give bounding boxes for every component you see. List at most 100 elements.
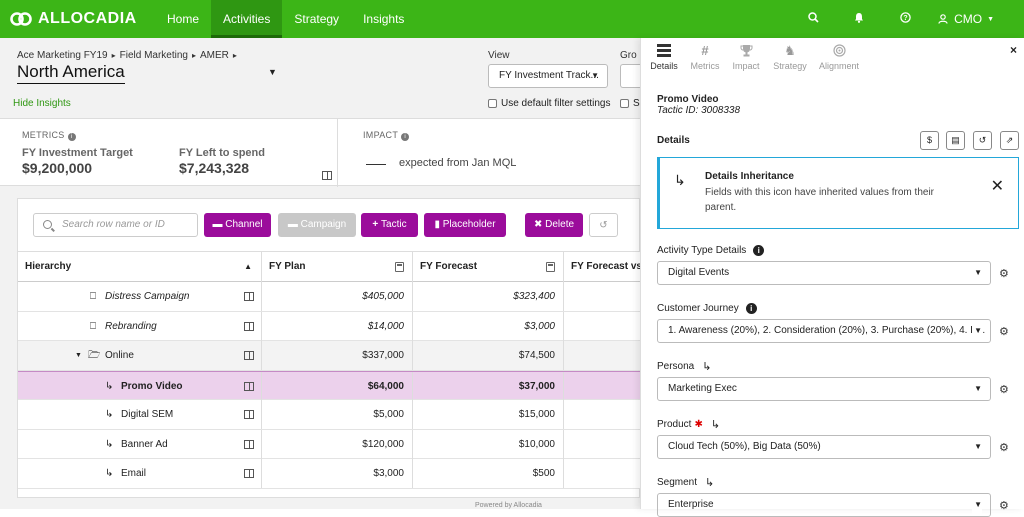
columns-icon[interactable] — [244, 410, 254, 419]
nav-activities[interactable]: Activities — [211, 0, 283, 38]
plan-cell[interactable]: $14,000 — [262, 311, 413, 341]
info-icon[interactable]: i — [67, 133, 76, 141]
close-icon[interactable]: × — [1010, 43, 1017, 57]
gear-icon[interactable]: ⚙ — [999, 325, 1009, 338]
breadcrumb-separator-icon: ▸ — [191, 51, 196, 60]
tab-impact[interactable]: Impact — [723, 44, 769, 71]
group-select[interactable] — [620, 64, 640, 88]
nav-home[interactable]: Home — [155, 0, 211, 38]
plan-cell[interactable]: $5,000 — [262, 400, 413, 429]
column-fy-forecast-vs[interactable]: FY Forecast vs — [564, 252, 641, 282]
document-button[interactable]: ▤ — [946, 131, 965, 150]
table-row[interactable]: ↳ Email $3,000 $500 — [18, 459, 641, 489]
breadcrumb-item[interactable]: Field Marketing — [120, 50, 188, 61]
forecast-cell[interactable]: $15,000 — [413, 400, 564, 429]
activity-type-select[interactable]: Digital Events ▼ — [657, 261, 991, 285]
region-selector[interactable]: North America — [17, 62, 125, 84]
product-select[interactable]: Cloud Tech (50%), Big Data (50%) ▼ — [657, 435, 991, 459]
search-icon[interactable] — [790, 12, 836, 26]
search-input[interactable]: Search row name or ID — [33, 213, 198, 237]
segment-select[interactable]: Enterprise ▼ — [657, 493, 991, 517]
customer-journey-select[interactable]: 1. Awareness (20%), 2. Consideration (20… — [657, 319, 991, 343]
gear-icon[interactable]: ⚙ — [999, 499, 1009, 512]
column-fy-plan[interactable]: FY Plan — [262, 252, 413, 282]
plan-cell[interactable]: $120,000 — [262, 429, 413, 459]
default-filter-checkbox[interactable]: Use default filter settings — [488, 98, 611, 109]
forecast-cell[interactable]: $74,500 — [413, 341, 564, 370]
plan-cell[interactable]: $405,000 — [262, 282, 413, 311]
tab-details[interactable]: Details — [641, 44, 687, 71]
select-value: 1. Awareness (20%), 2. Consideration (20… — [668, 325, 986, 336]
forecast-vs-cell[interactable] — [564, 430, 641, 459]
column-hierarchy[interactable]: Hierarchy ▲ — [18, 252, 262, 282]
table-row-selected[interactable]: ↳ Promo Video $64,000 $37,000 — [18, 370, 641, 401]
view-select[interactable]: FY Investment Track... ▼ — [488, 64, 608, 88]
gear-icon[interactable]: ⚙ — [999, 383, 1009, 396]
brand-logo[interactable]: ALLOCADIA — [10, 10, 155, 28]
column-label: Hierarchy — [25, 261, 72, 272]
forecast-cell[interactable]: $10,000 — [413, 429, 564, 459]
nav-strategy[interactable]: Strategy — [282, 0, 351, 38]
column-fy-forecast[interactable]: FY Forecast — [413, 252, 564, 282]
history-button[interactable]: ↺ — [973, 131, 992, 150]
forecast-vs-cell[interactable] — [564, 400, 641, 429]
breadcrumb-item[interactable]: AMER — [200, 50, 229, 61]
second-checkbox[interactable]: S — [620, 98, 640, 109]
table-row[interactable]: ⎕ Distress Campaign $405,000 $323,400 — [18, 282, 641, 312]
columns-icon[interactable] — [244, 381, 254, 391]
caret-down-icon[interactable]: ▼ — [75, 341, 82, 370]
forecast-vs-cell[interactable] — [564, 341, 641, 370]
breadcrumb-item[interactable]: Ace Marketing FY19 — [17, 50, 108, 61]
delete-button[interactable]: ✖ Delete — [525, 213, 583, 237]
add-tactic-button[interactable]: + Tactic — [361, 213, 418, 237]
add-campaign-button[interactable]: ▬ Campaign — [278, 213, 356, 237]
table-row[interactable]: ↳ Banner Ad $120,000 $10,000 — [18, 429, 641, 459]
info-icon[interactable]: i — [753, 245, 765, 256]
forecast-vs-cell[interactable] — [564, 282, 641, 311]
forecast-cell[interactable]: $37,000 — [413, 371, 564, 401]
plan-cell[interactable]: $64,000 — [262, 371, 413, 401]
sort-up-icon[interactable]: ▲ — [244, 252, 252, 282]
info-icon[interactable]: i — [401, 133, 410, 141]
dollar-button[interactable]: $ — [920, 131, 939, 150]
forecast-vs-cell[interactable] — [564, 312, 641, 341]
forecast-cell[interactable]: $500 — [413, 459, 564, 488]
undo-button[interactable]: ↺ — [589, 213, 618, 237]
table-row[interactable]: ⎕ Rebranding $14,000 $3,000 — [18, 311, 641, 341]
tab-alignment[interactable]: Alignment — [816, 44, 862, 71]
tab-metrics[interactable]: # Metrics — [682, 44, 728, 72]
activities-grid: Search row name or ID ▬ Channel ▬ Campai… — [17, 198, 641, 498]
add-placeholder-button[interactable]: ▮ Placeholder — [424, 213, 506, 237]
columns-icon[interactable] — [244, 439, 254, 449]
close-icon[interactable]: ✕ — [991, 176, 1004, 196]
persona-select[interactable]: Marketing Exec ▼ — [657, 377, 991, 401]
gear-icon[interactable]: ⚙ — [999, 267, 1009, 280]
hierarchy-cell: ⎕ Rebranding — [18, 311, 262, 341]
help-icon[interactable]: ? — [882, 12, 928, 26]
plan-cell[interactable]: $337,000 — [262, 341, 413, 370]
table-row[interactable]: ↳ Digital SEM $5,000 $15,000 — [18, 400, 641, 430]
columns-icon[interactable] — [244, 351, 254, 360]
external-link-button[interactable]: ⇗ — [1000, 131, 1019, 150]
hide-insights-link[interactable]: Hide Insights — [13, 98, 71, 109]
columns-icon[interactable] — [244, 469, 254, 478]
calculator-icon[interactable] — [395, 262, 404, 272]
forecast-vs-cell[interactable] — [564, 459, 641, 488]
columns-icon[interactable] — [244, 292, 254, 301]
user-menu[interactable]: CMO ▼ — [928, 12, 1024, 26]
forecast-cell[interactable]: $323,400 — [413, 282, 564, 311]
calculator-icon[interactable] — [546, 262, 555, 272]
columns-icon[interactable] — [244, 321, 254, 331]
info-icon[interactable]: i — [745, 303, 757, 314]
gear-icon[interactable]: ⚙ — [999, 441, 1009, 454]
caret-down-icon[interactable]: ▼ — [268, 67, 277, 77]
nav-insights[interactable]: Insights — [351, 0, 416, 38]
plan-cell[interactable]: $3,000 — [262, 459, 413, 488]
columns-icon[interactable] — [322, 171, 332, 180]
forecast-cell[interactable]: $3,000 — [413, 311, 564, 341]
table-row[interactable]: ▼ 🗁 Online $337,000 $74,500 — [18, 341, 641, 371]
bell-icon[interactable] — [836, 12, 882, 26]
tab-strategy[interactable]: ♞ Strategy — [767, 44, 813, 72]
forecast-vs-cell[interactable] — [564, 372, 641, 401]
add-channel-button[interactable]: ▬ Channel — [204, 213, 271, 237]
